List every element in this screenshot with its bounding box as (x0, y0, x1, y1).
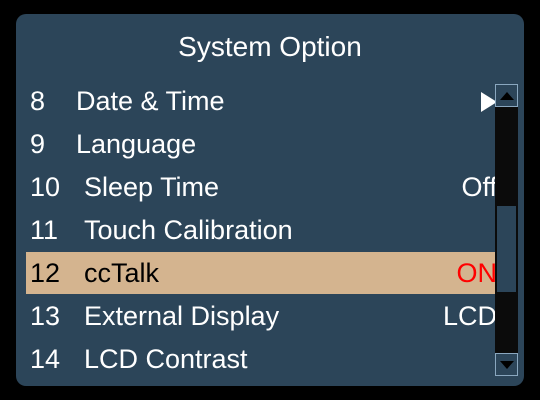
menu-item-label: Language (76, 128, 197, 159)
menu-item-label: External Display (84, 300, 280, 331)
page-title: System Option (178, 31, 362, 62)
scrollbar-thumb[interactable] (497, 206, 516, 292)
menu-item-label: ccTalk (84, 257, 160, 288)
menu-item-label: Sleep Time (84, 171, 220, 202)
menu-item-date-time[interactable]: 8 Date & Time (26, 80, 503, 122)
menu-item-value: ON (456, 257, 498, 288)
menu-list: 8 Date & Time 9 Language 10 Sleep Time O… (26, 80, 503, 380)
menu-item-lcd-contrast[interactable]: 14 LCD Contrast (26, 338, 503, 380)
menu-item-value: LCD (442, 300, 497, 331)
menu-item-touch-calibration[interactable]: 11 Touch Calibration (26, 209, 503, 251)
scrollbar[interactable] (495, 84, 518, 376)
menu-item-number: 13 (30, 300, 61, 331)
menu-item-cctalk[interactable]: 12 ccTalk ON (26, 252, 503, 294)
menu-item-number: 14 (30, 343, 61, 374)
menu-item-sleep-time[interactable]: 10 Sleep Time Off (26, 166, 503, 208)
menu-item-number: 8 (30, 85, 46, 116)
menu-item-number: 12 (30, 257, 61, 288)
system-option-panel: System Option 8 Date & Time 9 Language 1… (16, 14, 524, 386)
menu-item-label: Touch Calibration (84, 214, 293, 245)
menu-item-number: 10 (30, 171, 61, 202)
scroll-up-icon (499, 91, 514, 100)
scroll-down-icon (499, 360, 514, 369)
menu-item-value: Off (461, 171, 497, 202)
scroll-up-button[interactable] (495, 84, 518, 107)
menu-item-label: LCD Contrast (84, 343, 248, 374)
menu-item-number: 11 (30, 214, 59, 245)
menu-item-language[interactable]: 9 Language (26, 123, 503, 165)
menu-item-number: 9 (30, 128, 46, 159)
menu-item-label: Date & Time (76, 85, 225, 116)
scroll-down-button[interactable] (495, 353, 518, 376)
menu-item-external-display[interactable]: 13 External Display LCD (26, 295, 503, 337)
